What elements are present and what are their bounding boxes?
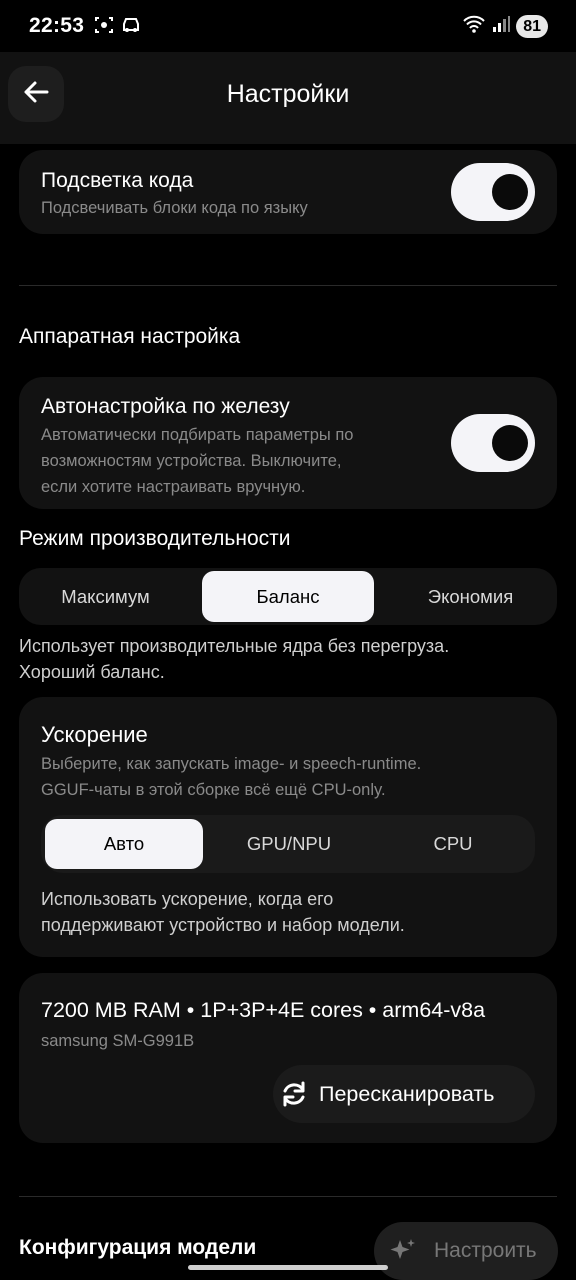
acceleration-desc-1: Использовать ускорение, когда его <box>41 889 334 909</box>
auto-hardware-card: Автонастройка по железу Автоматически по… <box>19 377 557 509</box>
auto-hardware-subtitle-1: Автоматически подбирать параметры по <box>41 426 354 444</box>
toggle-knob <box>492 425 528 461</box>
code-highlight-title: Подсветка кода <box>41 169 194 192</box>
performance-mode-selector: Максимум Баланс Экономия <box>19 568 557 625</box>
device-model: samsung SM-G991B <box>41 1032 195 1050</box>
auto-hardware-title: Автонастройка по железу <box>41 395 290 418</box>
signal-icon <box>492 15 511 38</box>
code-highlight-card: Подсветка кода Подсвечивать блоки кода п… <box>19 150 557 234</box>
acceleration-selector: Авто GPU/NPU CPU <box>41 815 535 873</box>
battery-indicator: 81 <box>516 15 548 38</box>
page-title: Настройки <box>226 80 350 108</box>
sparkle-icon <box>388 1236 418 1266</box>
performance-desc-2: Хороший баланс. <box>19 662 165 682</box>
car-icon <box>120 15 142 40</box>
performance-option-economy[interactable]: Экономия <box>384 568 557 625</box>
status-bar: 22:53 81 <box>0 0 576 52</box>
auto-hardware-toggle[interactable] <box>451 414 535 472</box>
configure-label: Настроить <box>434 1239 537 1262</box>
divider <box>19 285 557 286</box>
acceleration-subtitle-1: Выберите, как запускать image- и speech-… <box>41 755 422 773</box>
acceleration-option-gpu-npu[interactable]: GPU/NPU <box>207 815 371 873</box>
section-title-hardware: Аппаратная настройка <box>19 325 241 348</box>
model-config-title: Конфигурация модели <box>19 1236 257 1259</box>
performance-desc-1: Использует производительные ядра без пер… <box>19 636 450 656</box>
performance-mode-label: Режим производительности <box>19 527 291 550</box>
performance-option-balance[interactable]: Баланс <box>202 571 374 622</box>
auto-hardware-subtitle-3: если хотите настраивать вручную. <box>41 478 306 496</box>
gesture-handle <box>188 1265 388 1270</box>
code-highlight-toggle[interactable] <box>451 163 535 221</box>
screenshot-icon <box>94 15 114 40</box>
app-bar: Настройки <box>0 52 576 144</box>
wifi-icon <box>462 14 486 39</box>
rescan-button[interactable]: Пересканировать <box>273 1065 535 1123</box>
configure-button[interactable]: Настроить <box>374 1222 558 1280</box>
auto-hardware-subtitle-2: возможностям устройства. Выключите, <box>41 452 342 470</box>
acceleration-option-cpu[interactable]: CPU <box>371 815 535 873</box>
refresh-icon <box>279 1079 309 1109</box>
divider <box>19 1196 557 1197</box>
acceleration-subtitle-2: GGUF-чаты в этой сборке всё ещё CPU-only… <box>41 781 386 799</box>
toggle-knob <box>492 174 528 210</box>
acceleration-card: Ускорение Выберите, как запускать image-… <box>19 697 557 957</box>
device-info-card: 7200 MB RAM • 1P+3P+4E cores • arm64-v8a… <box>19 973 557 1143</box>
acceleration-title: Ускорение <box>41 722 148 747</box>
status-time: 22:53 <box>29 14 85 37</box>
rescan-label: Пересканировать <box>319 1081 495 1106</box>
code-highlight-subtitle: Подсвечивать блоки кода по языку <box>41 199 308 217</box>
acceleration-option-auto[interactable]: Авто <box>45 819 203 869</box>
performance-option-max[interactable]: Максимум <box>19 568 192 625</box>
acceleration-desc-2: поддерживают устройство и набор модели. <box>41 915 405 935</box>
device-specs: 7200 MB RAM • 1P+3P+4E cores • arm64-v8a <box>41 998 486 1022</box>
